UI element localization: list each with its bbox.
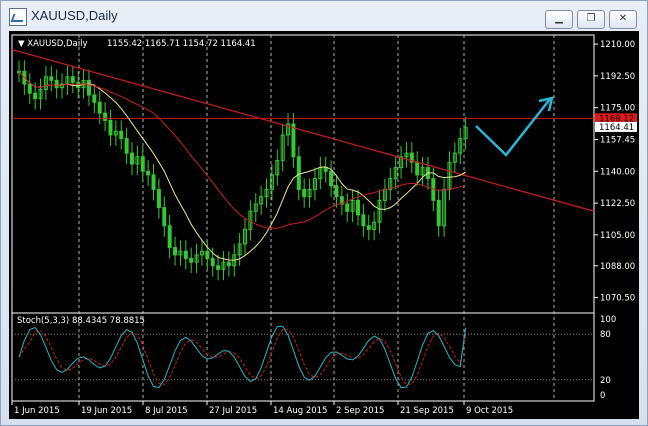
stoch-level-label: 100 [600,315,616,325]
candle-body [302,188,307,198]
restore-button[interactable]: ❐ [577,10,605,29]
price-tick-label: 1122.50 [600,199,635,209]
candle-body [97,101,102,114]
projection-zigzag [475,98,551,157]
candle-body [151,174,156,190]
date-label: 14 Aug 2015 [273,406,327,416]
close-icon: ✕ [618,13,628,24]
chart-window: XAUUSD,Daily ▁ ❐ ✕ 1210.00 1192.50 1175.00… [0,0,648,426]
window-title: XAUUSD,Daily [31,8,118,23]
date-label: 19 Jun 2015 [81,406,132,416]
date-label: 1 Jun 2015 [14,406,60,416]
candle-body [361,214,366,227]
candle-body [156,188,161,209]
candle-body [205,250,210,259]
date-label: 2 Sep 2015 [336,406,384,416]
close-button[interactable]: ✕ [609,10,637,29]
candle-body [49,76,54,81]
descending-trendline [11,48,595,212]
chart-symbol-label: ▼ XAUUSD,Daily [18,39,87,49]
candle-body [189,257,194,263]
date-label: 9 Oct 2015 [466,406,513,416]
candle-body [226,261,231,267]
stoch-level-label: 80 [600,330,611,340]
candle-body [345,203,350,212]
stoch-main-line [18,325,467,389]
price-tick-label: 1088.00 [600,262,635,272]
stoch-signal-line [18,328,467,386]
minimize-icon: ▁ [555,13,563,24]
date-label: 21 Sep 2015 [400,406,454,416]
candle-body [124,138,129,154]
candle-body [130,152,134,165]
moving-average-slow [18,71,466,229]
price-tick-label: 1175.00 [600,104,635,114]
candle-body [27,83,32,94]
stoch-level-label: 20 [600,376,611,386]
main-pane-frame [11,34,595,314]
price-tick-label: 1070.50 [600,294,635,304]
candle-body [323,167,328,172]
candle-body [108,119,113,136]
candle-body [173,247,178,256]
candle-body [436,199,441,227]
candle-body [103,112,108,121]
price-tick-label: 1105.00 [600,231,635,241]
price-marker-current-label: 1164.41 [599,123,634,133]
title-bar[interactable]: XAUUSD,Daily ▁ ❐ ✕ [1,1,647,31]
stoch-level-label: 0 [600,391,605,401]
price-tick-label: 1210.00 [600,40,635,50]
candle-body [140,156,145,172]
candle-body [216,265,221,270]
candle-body [296,156,301,190]
date-label: 27 Jul 2015 [209,406,257,416]
candle-body [329,170,334,187]
minimize-button[interactable]: ▁ [545,10,573,29]
candle-body [334,185,339,198]
candle-body [162,207,167,227]
price-tick-label: 1192.50 [600,72,635,82]
chart-window-icon [9,8,27,26]
date-label: 8 Jul 2015 [145,406,188,416]
candle-body [54,79,59,89]
candle-body [210,257,215,267]
candle-body [183,250,188,259]
candle-body [415,161,420,176]
chart-area[interactable]: 1210.00 1192.50 1175.00 1157.45 1140.00 1122.… [9,31,639,419]
candle-body [119,130,124,140]
candle-body [86,79,91,96]
price-chart-svg[interactable]: 1210.00 1192.50 1175.00 1157.45 1140.00 1122.… [9,31,639,419]
moving-average-fast [18,71,466,261]
candle-body [291,123,296,158]
price-tick-label: 1140.00 [600,167,635,177]
restore-icon: ❐ [586,13,596,24]
candle-body [70,76,75,83]
price-tick-label: 1157.45 [600,136,635,146]
stoch-title: Stoch(5,3,3) 88.4345 78.8815 [17,316,145,326]
candle-body [146,170,151,176]
candle-body [366,225,371,230]
ohlc-readout: 1155.42 1165.71 1154.72 1164.41 [107,39,256,49]
candle-body [356,199,360,216]
indicator-pane-frame [11,312,595,402]
candle-body [167,225,172,249]
candle-body [33,92,38,100]
candle-body [92,94,97,103]
